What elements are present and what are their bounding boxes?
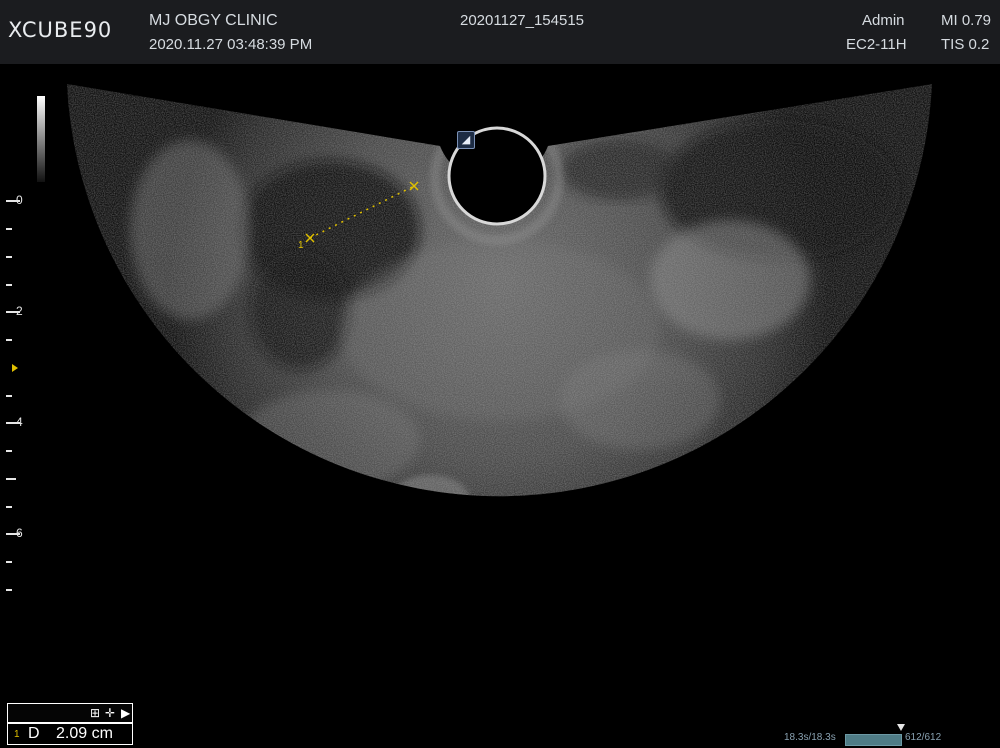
- logo: XCUBE90: [8, 18, 113, 42]
- exam-datetime: 2020.11.27 03:48:39 PM: [149, 36, 313, 53]
- clinic-name: MJ OBGY CLINIC: [149, 12, 278, 29]
- cine-position-marker-icon[interactable]: [897, 724, 905, 731]
- measurement-value: 2.09 cm: [56, 725, 113, 742]
- grid-icon[interactable]: ⊞: [90, 705, 100, 721]
- play-icon[interactable]: ▶: [121, 705, 130, 721]
- user-name: Admin: [862, 12, 905, 29]
- file-id: 20201127_154515: [460, 12, 585, 29]
- orientation-marker-icon: ◢: [457, 131, 475, 149]
- caliper-index: 1: [298, 240, 304, 251]
- measurement-panel: ⊞ ✛ ▶ 1 D 2.09 cm: [7, 703, 133, 745]
- measurement-index: 1: [14, 729, 20, 740]
- measurement-toolbar: ⊞ ✛ ▶: [7, 703, 133, 723]
- measurement-result: 1 D 2.09 cm: [7, 723, 133, 745]
- probe-name: EC2-11H: [846, 36, 907, 53]
- header-bar: XCUBE90 MJ OBGY CLINIC 2020.11.27 03:48:…: [0, 0, 1000, 64]
- ultrasound-image[interactable]: 1: [0, 64, 1000, 624]
- cine-frames: 612/612: [905, 732, 942, 743]
- cine-progress-bar[interactable]: [845, 734, 902, 746]
- cine-time: 18.3s/18.3s: [784, 732, 836, 743]
- thermal-index: TIS 0.2: [941, 36, 990, 53]
- measurement-label: D: [28, 725, 40, 742]
- mechanical-index: MI 0.79: [941, 12, 992, 29]
- move-icon[interactable]: ✛: [105, 705, 115, 721]
